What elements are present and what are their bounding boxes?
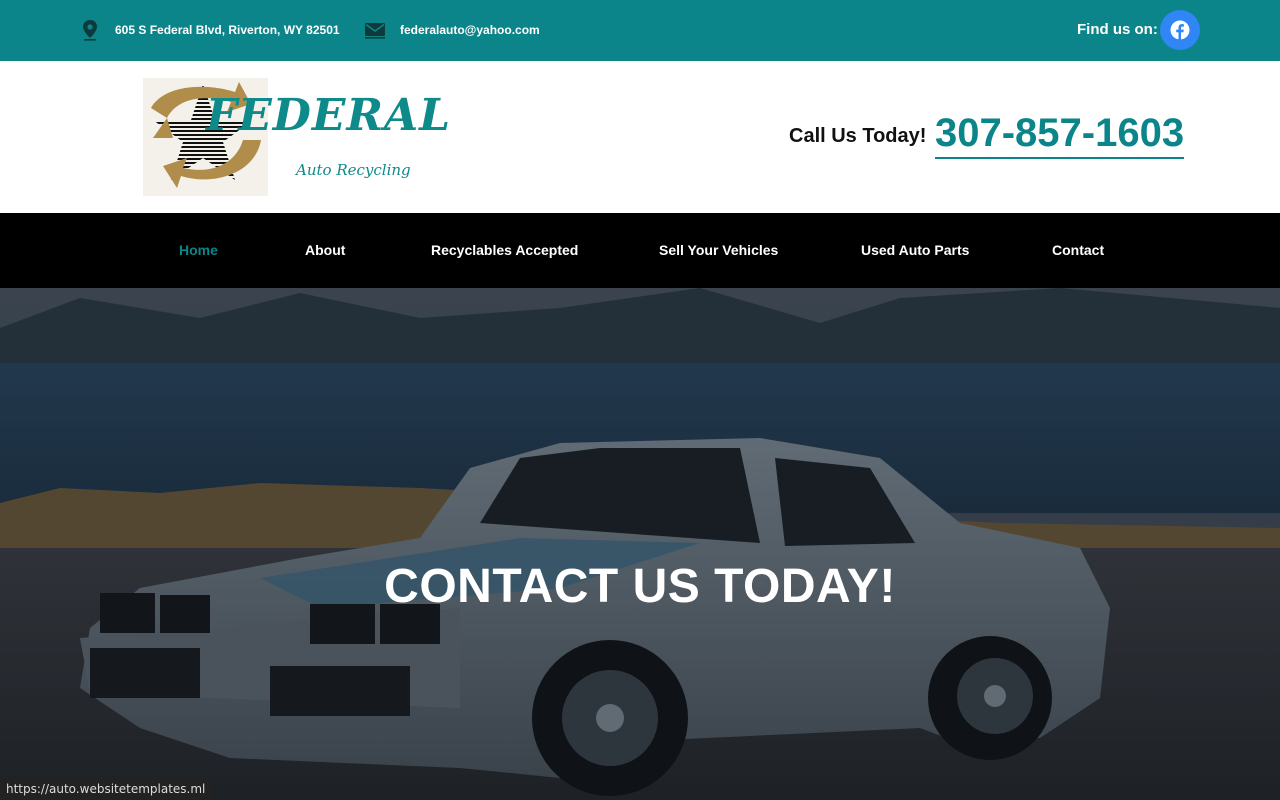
nav-item-contact[interactable]: Contact	[1052, 242, 1104, 258]
email-link[interactable]: federalauto@yahoo.com	[400, 23, 540, 37]
envelope-icon	[365, 23, 385, 39]
nav-item-about[interactable]: About	[305, 242, 345, 258]
nav-item-sell-your-vehicles[interactable]: Sell Your Vehicles	[659, 242, 778, 258]
site-header: FEDERAL Auto Recycling Call Us Today! 30…	[0, 61, 1280, 213]
hero-title: CONTACT US TODAY!	[384, 560, 896, 613]
call-us-label: Call Us Today!	[789, 125, 927, 147]
hero-car-image	[0, 288, 1280, 800]
logo-wordmark: FEDERAL	[206, 90, 452, 141]
hero-banner: CONTACT US TODAY!	[0, 288, 1280, 800]
location-pin-icon	[83, 20, 97, 41]
nav-item-used-auto-parts[interactable]: Used Auto Parts	[861, 242, 969, 258]
nav-item-home[interactable]: Home	[179, 242, 218, 258]
facebook-button[interactable]	[1160, 10, 1200, 50]
nav-item-recyclables-accepted[interactable]: Recyclables Accepted	[431, 242, 578, 258]
facebook-icon	[1170, 20, 1190, 40]
main-nav: Home About Recyclables Accepted Sell You…	[0, 213, 1280, 288]
address-text: 605 S Federal Blvd, Riverton, WY 82501	[115, 23, 340, 37]
phone-link[interactable]: 307-857-1603	[935, 111, 1185, 159]
site-logo[interactable]: FEDERAL Auto Recycling	[143, 78, 450, 196]
find-us-label: Find us on:	[1077, 21, 1158, 38]
logo-tagline: Auto Recycling	[296, 161, 411, 179]
status-bar-url: https://auto.websitetemplates.ml	[0, 779, 212, 800]
top-contact-bar: 605 S Federal Blvd, Riverton, WY 82501 f…	[0, 0, 1280, 61]
